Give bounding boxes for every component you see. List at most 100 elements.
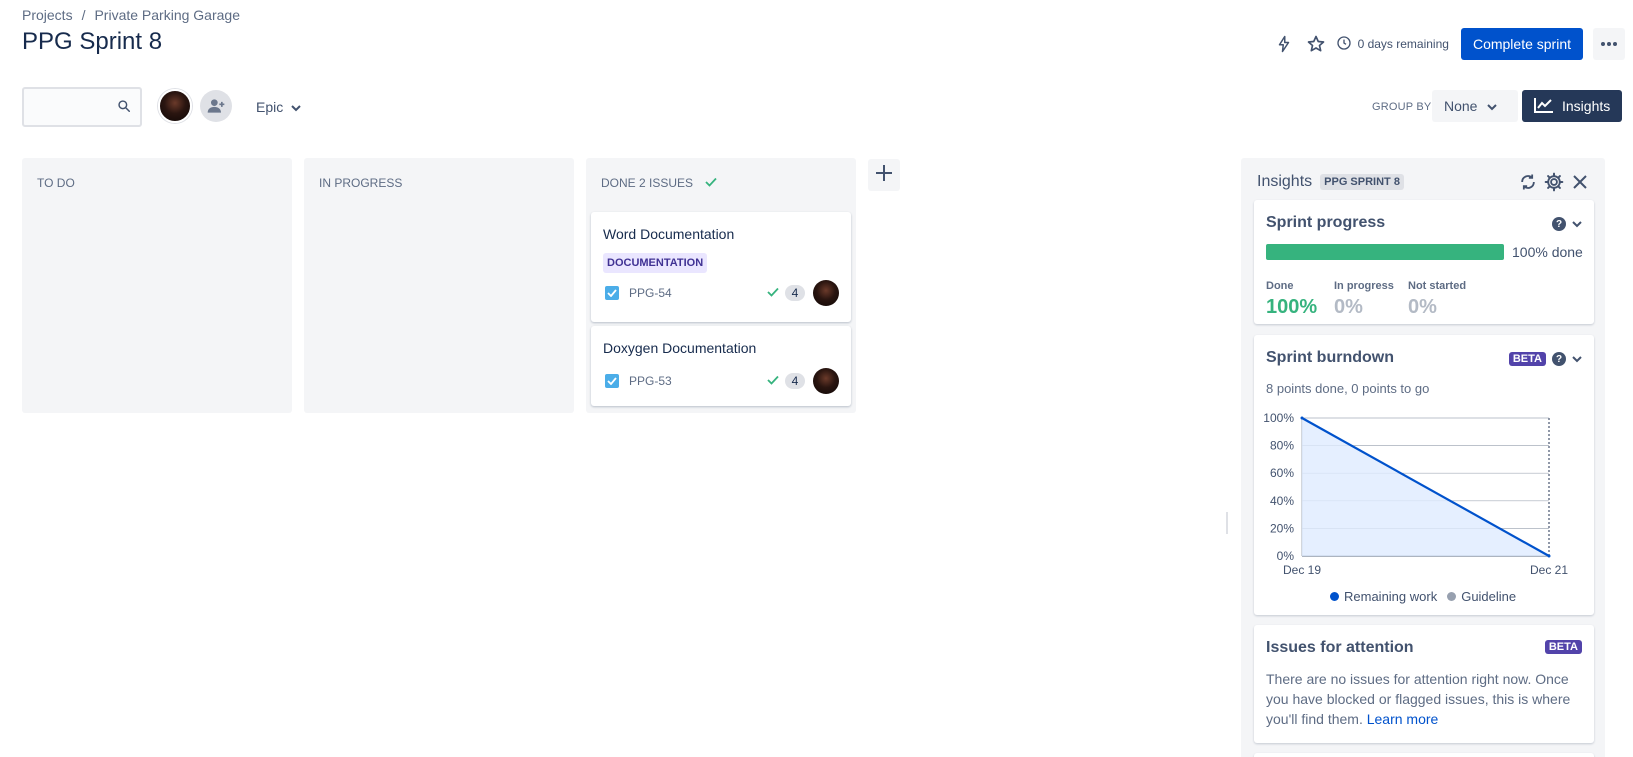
issue-key[interactable]: PPG-54 (629, 286, 767, 300)
stat-value: 0% (1334, 296, 1363, 318)
column-header: DONE 2 ISSUES (601, 176, 717, 190)
help-icon[interactable]: ? (1552, 217, 1566, 231)
chevron-down-icon[interactable] (1572, 350, 1582, 368)
section-actions: BETA (1544, 640, 1582, 654)
sprint-progress-card: Sprint progress ? 100% done Done 100% In… (1254, 200, 1594, 324)
column-title: IN PROGRESS (319, 176, 403, 190)
done-check-icon (767, 284, 779, 302)
column-title: DONE (601, 176, 636, 190)
card-title: Doxygen Documentation (603, 340, 757, 356)
issues-for-attention-card: Issues for attention BETA There are no i… (1254, 625, 1594, 743)
insights-button[interactable]: Insights (1522, 90, 1622, 122)
close-icon[interactable] (1569, 171, 1591, 193)
sprint-progress-title: Sprint progress (1266, 214, 1386, 231)
group-by-label: GROUP BY (1372, 101, 1432, 113)
issue-card[interactable]: Word Documentation DOCUMENTATION PPG-54 … (591, 212, 851, 322)
stat-label: In progress (1334, 280, 1394, 292)
insights-panel: Insights PPG SPRINT 8 Sprint progress ? … (1241, 158, 1605, 757)
epic-label: DOCUMENTATION (603, 253, 708, 273)
attention-title: Issues for attention (1266, 639, 1414, 656)
card-footer: PPG-54 4 (605, 280, 839, 306)
stat-value: 100% (1266, 296, 1318, 318)
issue-card[interactable]: Doxygen Documentation PPG-53 4 (591, 326, 851, 406)
sprint-actions: 0 days remaining Complete sprint (1268, 28, 1625, 60)
search-input[interactable] (24, 89, 114, 125)
task-type-icon (605, 374, 619, 388)
lightning-icon[interactable] (1268, 28, 1300, 60)
sprint-progress-bar (1266, 244, 1504, 260)
legend-dot (1330, 592, 1339, 601)
search-box (22, 87, 142, 127)
panel-resize-handle[interactable] (1226, 512, 1228, 534)
done-check-icon (767, 372, 779, 390)
group-by-value: None (1444, 98, 1478, 114)
card-title: Word Documentation (603, 226, 735, 242)
remaining-work-point (1300, 416, 1304, 420)
epic-filter-dropdown[interactable]: Epic (250, 91, 307, 123)
refresh-icon[interactable] (1517, 171, 1539, 193)
star-icon[interactable] (1300, 28, 1332, 60)
complete-sprint-button[interactable]: Complete sprint (1460, 28, 1583, 60)
avatar[interactable] (158, 89, 192, 123)
stat-in-progress: In progress 0% (1334, 280, 1394, 319)
y-tick-label: 100% (1263, 411, 1294, 425)
breadcrumb-project-link[interactable]: Private Parking Garage (94, 7, 240, 23)
sprint-lozenge: PPG SPRINT 8 (1320, 174, 1404, 190)
issue-key[interactable]: PPG-53 (629, 374, 767, 388)
breadcrumb-projects-link[interactable]: Projects (22, 7, 73, 23)
stat-done: Done 100% (1266, 280, 1317, 319)
attention-text: There are no issues for attention right … (1266, 669, 1582, 729)
y-tick-label: 60% (1270, 466, 1294, 480)
add-column-button[interactable] (868, 159, 900, 191)
legend-dot (1447, 592, 1457, 601)
insights-panel-header: Insights PPG SPRINT 8 (1257, 170, 1591, 194)
learn-more-link[interactable]: Learn more (1367, 711, 1439, 727)
breadcrumb-separator: / (81, 7, 86, 23)
chevron-down-icon (291, 99, 301, 115)
gear-icon[interactable] (1543, 171, 1565, 193)
y-tick-label: 40% (1270, 494, 1294, 508)
column-header: IN PROGRESS (319, 176, 402, 190)
stat-label: Not started (1408, 280, 1467, 292)
column-done: DONE 2 ISSUES Word Documentation DOCUMEN… (586, 158, 856, 413)
section-actions: ? (1552, 215, 1582, 233)
breadcrumb: Projects / Private Parking Garage (22, 7, 240, 23)
clock-icon (1336, 35, 1352, 54)
sprint-progress-summary: 100% done (1512, 244, 1583, 260)
chevron-down-icon[interactable] (1572, 215, 1582, 233)
beta-badge: BETA (1508, 352, 1546, 366)
add-person-icon[interactable] (200, 90, 232, 122)
next-insight-card (1254, 753, 1594, 757)
plus-icon (875, 164, 893, 187)
y-tick-label: 20% (1270, 521, 1294, 535)
chart-icon (1534, 97, 1554, 116)
column-header: TO DO (37, 176, 75, 190)
legend-label: Remaining work (1344, 589, 1438, 604)
stat-value: 0% (1408, 296, 1437, 318)
sprint-progress-fill (1266, 244, 1504, 260)
page-title: PPG Sprint 8 (22, 28, 163, 55)
panel-icons (1517, 171, 1591, 193)
column-in-progress: IN PROGRESS (304, 158, 574, 413)
column-title: TO DO (37, 176, 75, 190)
task-type-icon (605, 286, 619, 300)
story-points-badge: 4 (785, 285, 805, 301)
more-icon[interactable] (1593, 28, 1625, 60)
burndown-subtitle: 8 points done, 0 points to go (1266, 381, 1430, 396)
help-icon[interactable]: ? (1552, 352, 1566, 366)
search-icon (117, 99, 131, 118)
assignee-avatar[interactable] (813, 280, 839, 306)
insights-panel-title: Insights (1257, 173, 1313, 190)
card-footer: PPG-53 4 (605, 368, 839, 394)
sprint-burndown-card: Sprint burndown BETA ? 8 points done, 0 … (1254, 335, 1594, 615)
legend-item-remaining: Remaining work (1330, 589, 1437, 604)
x-tick-label: Dec 21 (1530, 563, 1568, 577)
y-tick-label: 80% (1270, 439, 1294, 453)
group-by-select[interactable]: None (1432, 90, 1518, 122)
column-to-do: TO DO (22, 158, 292, 413)
column-issue-count: 2 ISSUES (639, 176, 694, 190)
stat-not-started: Not started 0% (1408, 280, 1466, 319)
section-actions: BETA ? (1508, 350, 1582, 368)
x-tick-label: Dec 19 (1283, 563, 1321, 577)
assignee-avatar[interactable] (813, 368, 839, 394)
